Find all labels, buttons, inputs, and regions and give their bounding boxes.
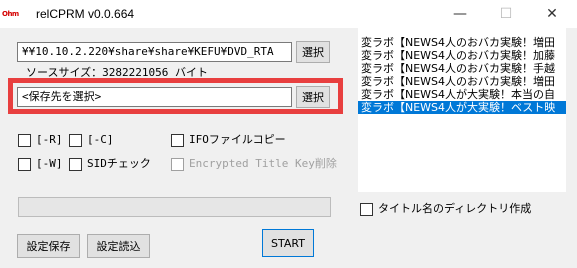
close-button[interactable]: ✕ [529, 0, 575, 28]
encrypted-key-label: Encrypted Title Key削除 [189, 157, 337, 170]
sid-check-checkbox[interactable] [69, 158, 82, 171]
ifo-copy-checkbox[interactable] [171, 134, 184, 147]
progress-bar [18, 197, 331, 217]
save-settings-button[interactable]: 設定保存 [17, 234, 80, 258]
destination-path-field[interactable]: <保存先を選択> [17, 87, 292, 107]
title-dir-checkbox[interactable] [360, 203, 373, 216]
title-dir-label: タイトル名のディレクトリ作成 [378, 202, 532, 215]
window-title: relCPRM v0.0.664 [36, 7, 135, 21]
app-icon: Ohm [2, 10, 19, 18]
list-item[interactable]: 変ラボ【NEWS4人のおバカ実験！増田 [358, 36, 566, 49]
destination-select-button[interactable]: 選択 [296, 86, 330, 108]
load-settings-button[interactable]: 設定読込 [87, 234, 150, 258]
start-button[interactable]: START [262, 229, 314, 257]
option-c-label: [-C] [87, 133, 114, 146]
list-item-selected[interactable]: 変ラボ【NEWS4人が大実験！ベスト映 [358, 101, 566, 114]
ifo-copy-label: IFOファイルコピー [189, 133, 286, 146]
list-item[interactable]: 変ラボ【NEWS4人のおバカ実験！加藤 [358, 49, 566, 62]
list-item[interactable]: 変ラボ【NEWS4人が大実験！本当の自 [358, 88, 566, 101]
source-select-button[interactable]: 選択 [296, 41, 330, 63]
option-c-checkbox[interactable] [69, 134, 82, 147]
option-w-checkbox[interactable] [18, 158, 31, 171]
sid-check-label: SIDチェック [87, 157, 151, 170]
title-list[interactable]: 変ラボ【NEWS4人のおバカ実験！増田 変ラボ【NEWS4人のおバカ実験！加藤 … [358, 28, 566, 192]
minimize-button[interactable]: — [437, 0, 483, 28]
list-item[interactable]: 変ラボ【NEWS4人のおバカ実験！増田 [358, 75, 566, 88]
list-item[interactable]: 変ラボ【NEWS4人のおバカ実験！手越 [358, 62, 566, 75]
option-r-label: [-R] [36, 133, 63, 146]
option-r-checkbox[interactable] [18, 134, 31, 147]
encrypted-key-checkbox [171, 158, 184, 171]
option-w-label: [-W] [36, 157, 63, 170]
maximize-button[interactable]: ☐ [483, 0, 529, 28]
source-path-field[interactable]: ¥¥10.10.2.220¥share¥share¥KEFU¥DVD_RTA [17, 42, 292, 62]
